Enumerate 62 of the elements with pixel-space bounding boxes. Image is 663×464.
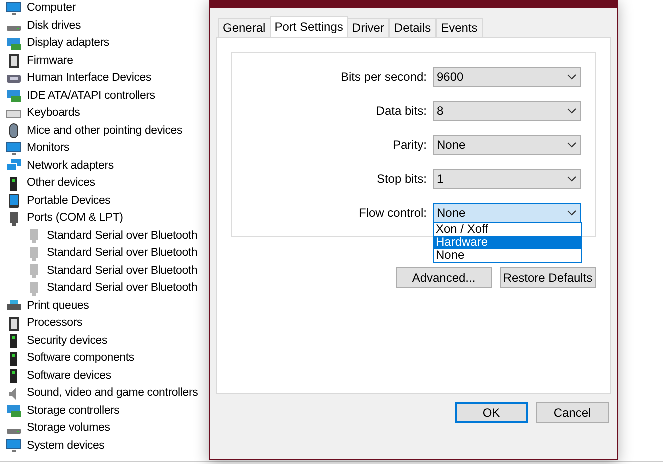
tree-item[interactable]: Storage controllers (27, 402, 120, 420)
tab[interactable]: Driver (347, 18, 390, 37)
portable-device-icon (6, 193, 22, 210)
tree-item[interactable]: Network adapters (27, 158, 114, 175)
chevron-down-icon (567, 210, 577, 216)
chevron-down-icon (567, 176, 577, 182)
tree-item[interactable]: Security devices (27, 332, 108, 350)
tree-item[interactable]: Print queues (27, 298, 90, 315)
dropdown[interactable]: None (433, 203, 581, 223)
tree-item[interactable]: Firmware (27, 52, 74, 70)
setting-label: Flow control: (358, 205, 427, 222)
panel-button[interactable]: Advanced... (396, 267, 492, 288)
tree-item[interactable]: Standard Serial over Bluetooth (47, 228, 198, 245)
tree-item[interactable]: System devices (27, 438, 105, 455)
dropdown[interactable]: 1 (433, 169, 581, 189)
chevron-down-icon (567, 108, 577, 114)
tree-item[interactable]: Standard Serial over Bluetooth (47, 280, 198, 298)
dropdown[interactable]: None (433, 135, 581, 155)
tree-item[interactable]: Software components (27, 350, 134, 368)
tree-item[interactable]: Human Interface Devices (27, 70, 152, 88)
tree-item[interactable]: IDE ATA/ATAPI controllers (27, 88, 156, 105)
tree-item[interactable]: Storage volumes (27, 420, 110, 438)
dropdown-option[interactable]: Hardware (434, 236, 581, 249)
tree-item[interactable]: Monitors (27, 140, 70, 158)
tree-item[interactable]: Standard Serial over Bluetooth (47, 262, 198, 280)
tree-item[interactable]: Disk drives (27, 18, 82, 35)
card-icon (6, 403, 22, 420)
card-icon (6, 36, 22, 52)
tree-item[interactable]: Display adapters (27, 35, 110, 52)
tree-item[interactable]: Computer (27, 0, 76, 18)
tree-item[interactable]: Sound, video and game controllers (27, 385, 198, 402)
dialog-button[interactable]: OK (455, 402, 528, 423)
tree-item[interactable]: Portable Devices (27, 192, 111, 210)
monitor-icon (6, 0, 22, 17)
tab[interactable]: General (218, 18, 271, 37)
chevron-down-icon (567, 74, 577, 80)
card-icon (6, 88, 22, 104)
drive-icon (7, 428, 21, 434)
dropdown[interactable]: 9600 (433, 67, 581, 87)
tree-item[interactable]: Processors (27, 315, 83, 332)
setting-label: Bits per second: (340, 69, 427, 86)
tab[interactable]: Details (389, 18, 436, 37)
dropdown[interactable]: 8 (433, 101, 581, 121)
monitor-icon (6, 140, 22, 157)
monitor-icon (6, 438, 22, 454)
setting-label: Parity: (392, 137, 427, 154)
tree-item[interactable]: Mice and other pointing devices (27, 122, 183, 140)
tree-item[interactable]: Keyboards (27, 105, 80, 122)
tab[interactable]: Port Settings (270, 16, 348, 37)
panel-button[interactable]: Restore Defaults (500, 267, 596, 288)
tree-item[interactable]: Standard Serial over Bluetooth (47, 245, 198, 262)
chip-icon (6, 53, 22, 70)
chevron-down-icon (567, 142, 577, 148)
tab[interactable]: Events (436, 18, 483, 37)
tree-item[interactable]: Ports (COM & LPT) (27, 210, 124, 228)
setting-label: Stop bits: (376, 171, 427, 188)
setting-label: Data bits: (376, 103, 427, 120)
tree-item[interactable]: Software devices (27, 368, 112, 385)
tree-item[interactable]: Other devices (27, 175, 96, 192)
drive-icon (7, 26, 21, 32)
chip-icon (6, 316, 22, 332)
dialog-button[interactable]: Cancel (536, 402, 609, 423)
